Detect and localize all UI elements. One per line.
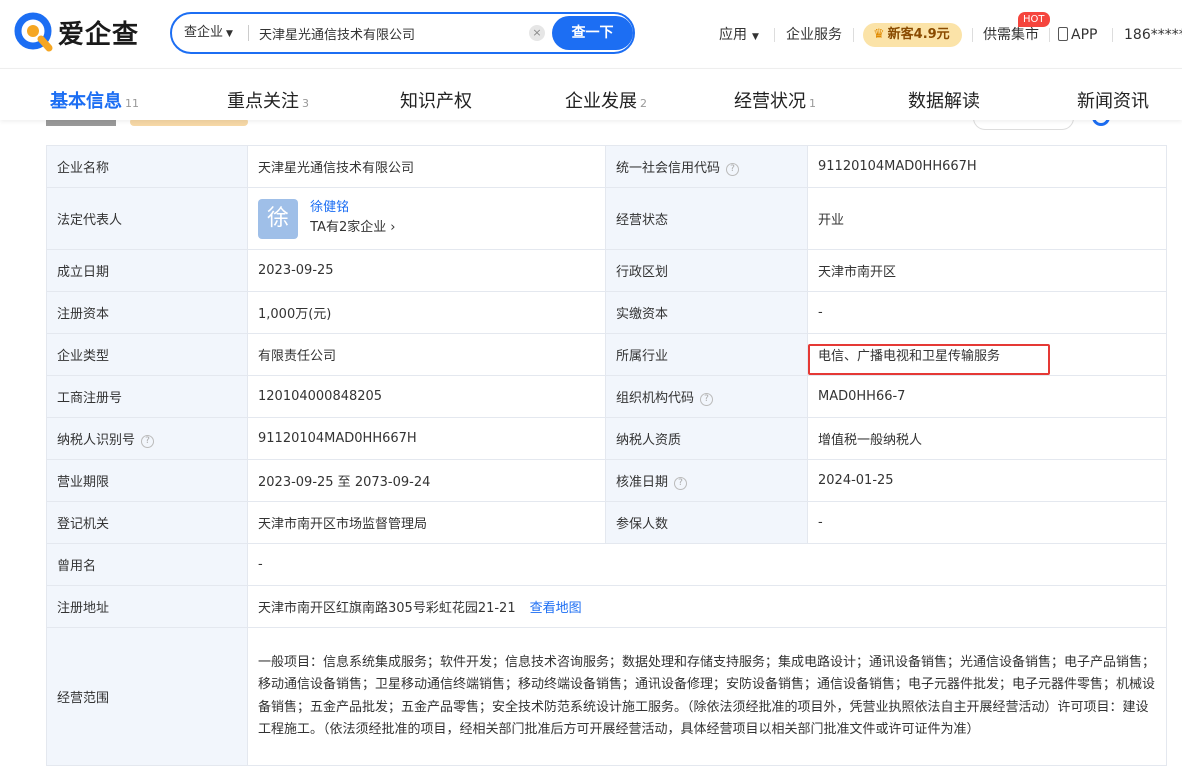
help-icon[interactable]: ?	[674, 477, 688, 490]
help-icon[interactable]: ?	[141, 435, 155, 448]
founded-value: 2023-09-25	[247, 249, 606, 292]
former-name-label: 曾用名	[46, 543, 248, 586]
table-row: 经营范围 一般项目：信息系统集成服务；软件开发；信息技术咨询服务；数据处理和存储…	[46, 627, 1167, 766]
status-label: 经营状态	[605, 187, 808, 250]
divider	[774, 28, 775, 42]
status-value: 开业	[807, 187, 1167, 250]
table-row: 营业期限 2023-09-25 至 2073-09-24 核准日期? 2024-…	[46, 459, 1167, 502]
brand-name: 爱企查	[58, 19, 140, 50]
type-value: 有限责任公司	[247, 333, 606, 376]
help-icon[interactable]: ?	[726, 163, 740, 176]
logo[interactable]: 爱企查	[14, 12, 139, 52]
type-label: 企业类型	[46, 333, 248, 376]
view-map-link[interactable]: 查看地图	[530, 601, 582, 616]
vip-promo-button[interactable]: ♛ 新客4.9元	[863, 23, 962, 47]
market-link[interactable]: 供需集市	[983, 24, 1039, 46]
divider	[853, 28, 854, 42]
paid-capital-value: -	[807, 291, 1167, 334]
industry-value: 电信、广播电视和卫星传输服务	[807, 333, 1167, 376]
authority-value: 天津市南开区市场监督管理局	[247, 501, 606, 544]
chevron-down-icon: ▼	[752, 32, 759, 42]
taxpayer-qual-value: 增值税一般纳税人	[807, 417, 1167, 460]
term-value: 2023-09-25 至 2073-09-24	[247, 459, 606, 502]
phone-icon	[1058, 27, 1068, 41]
divider	[972, 28, 973, 42]
search-bar: 查企业▼ × 查一下	[170, 12, 635, 54]
founded-label: 成立日期	[46, 249, 248, 292]
reg-no-value: 120104000848205	[247, 375, 606, 418]
tab-basic-info[interactable]: 基本信息 11	[50, 87, 139, 113]
table-row: 成立日期 2023-09-25 行政区划 天津市南开区	[46, 249, 1167, 292]
search-type-select[interactable]: 查企业 ▼	[184, 14, 233, 52]
industry-label: 所属行业	[605, 333, 808, 376]
legal-rep-label: 法定代表人	[46, 187, 248, 250]
tab-development[interactable]: 企业发展 2	[565, 87, 647, 113]
chevron-right-icon: ›	[390, 219, 396, 235]
tab-news[interactable]: 新闻资讯	[1077, 87, 1149, 113]
table-row: 纳税人识别号? 91120104MAD0HH667H 纳税人资质 增值税一般纳税…	[46, 417, 1167, 460]
legal-rep-name-link[interactable]: 徐健铭	[310, 199, 395, 217]
district-label: 行政区划	[605, 249, 808, 292]
search-button[interactable]: 查一下	[552, 16, 633, 50]
top-header: 爱企查 查企业▼ × 查一下 应用▼ 企业服务 ♛新客4.9元 供需集市 HOT…	[0, 0, 1182, 68]
approval-date-label: 核准日期?	[605, 459, 808, 502]
user-account[interactable]: 186*****8	[1124, 24, 1182, 46]
tab-ip[interactable]: 知识产权	[400, 87, 472, 113]
tab-key-focus[interactable]: 重点关注 3	[227, 87, 309, 113]
tab-data-insights[interactable]: 数据解读	[908, 87, 980, 113]
avatar[interactable]: 徐	[258, 198, 298, 239]
table-row: 企业名称 天津星光通信技术有限公司 统一社会信用代码? 91120104MAD0…	[46, 145, 1167, 188]
table-row: 企业类型 有限责任公司 所属行业 电信、广播电视和卫星传输服务	[46, 333, 1167, 376]
scope-value: 一般项目：信息系统集成服务；软件开发；信息技术咨询服务；数据处理和存储支持服务；…	[247, 627, 1167, 766]
table-row: 法定代表人 徐 徐健铭 TA有2家企业 › 经营状态 开业	[46, 187, 1167, 250]
enterprise-service-link[interactable]: 企业服务	[786, 24, 842, 46]
capital-value: 1,000万(元)	[247, 291, 606, 334]
table-row: 注册资本 1,000万(元) 实缴资本 -	[46, 291, 1167, 334]
table-row: 工商注册号 120104000848205 组织机构代码? MAD0HH66-7	[46, 375, 1167, 418]
table-row: 曾用名 -	[46, 543, 1167, 586]
table-row: 注册地址 天津市南开区红旗南路305号彩虹花园21-21 查看地图	[46, 585, 1167, 628]
insured-label: 参保人数	[605, 501, 808, 544]
tab-operations[interactable]: 经营状况 1	[734, 87, 816, 113]
company-name-label: 企业名称	[46, 145, 248, 188]
search-input[interactable]	[259, 14, 509, 52]
crown-icon: ♛	[873, 27, 885, 42]
logo-mark-icon	[14, 12, 54, 52]
clear-icon[interactable]: ×	[529, 25, 545, 41]
term-label: 营业期限	[46, 459, 248, 502]
credit-code-value: 91120104MAD0HH667H	[807, 145, 1167, 188]
capital-label: 注册资本	[46, 291, 248, 334]
former-name-value: -	[247, 543, 1167, 586]
taxpayer-id-value: 91120104MAD0HH667H	[247, 417, 606, 460]
divider	[248, 25, 249, 41]
apps-menu[interactable]: 应用 ▼	[719, 24, 759, 46]
scope-label: 经营范围	[46, 627, 248, 766]
paid-capital-label: 实缴资本	[605, 291, 808, 334]
credit-code-label: 统一社会信用代码?	[605, 145, 808, 188]
legal-rep-value: 徐 徐健铭 TA有2家企业 ›	[247, 187, 606, 250]
divider	[1112, 28, 1113, 42]
address-value: 天津市南开区红旗南路305号彩虹花园21-21 查看地图	[247, 585, 1167, 628]
taxpayer-qual-label: 纳税人资质	[605, 417, 808, 460]
address-label: 注册地址	[46, 585, 248, 628]
app-link[interactable]: APP	[1058, 24, 1097, 46]
reg-no-label: 工商注册号	[46, 375, 248, 418]
section-tabs: 基本信息 11 重点关注 3 知识产权 企业发展 2 经营状况 1 数据解读 新闻资讯	[0, 68, 1182, 120]
table-row: 登记机关 天津市南开区市场监督管理局 参保人数 -	[46, 501, 1167, 544]
company-name-value: 天津星光通信技术有限公司	[247, 145, 606, 188]
insured-value: -	[807, 501, 1167, 544]
org-code-label: 组织机构代码?	[605, 375, 808, 418]
district-value: 天津市南开区	[807, 249, 1167, 292]
divider	[1049, 28, 1050, 42]
legal-rep-companies-link[interactable]: TA有2家企业 ›	[310, 217, 395, 239]
help-icon[interactable]: ?	[700, 393, 714, 406]
chevron-down-icon: ▼	[226, 29, 233, 39]
org-code-value: MAD0HH66-7	[807, 375, 1167, 418]
hot-badge: HOT	[1018, 12, 1050, 27]
business-info-table: 企业名称 天津星光通信技术有限公司 统一社会信用代码? 91120104MAD0…	[46, 145, 1167, 766]
authority-label: 登记机关	[46, 501, 248, 544]
taxpayer-id-label: 纳税人识别号?	[46, 417, 248, 460]
approval-date-value: 2024-01-25	[807, 459, 1167, 502]
